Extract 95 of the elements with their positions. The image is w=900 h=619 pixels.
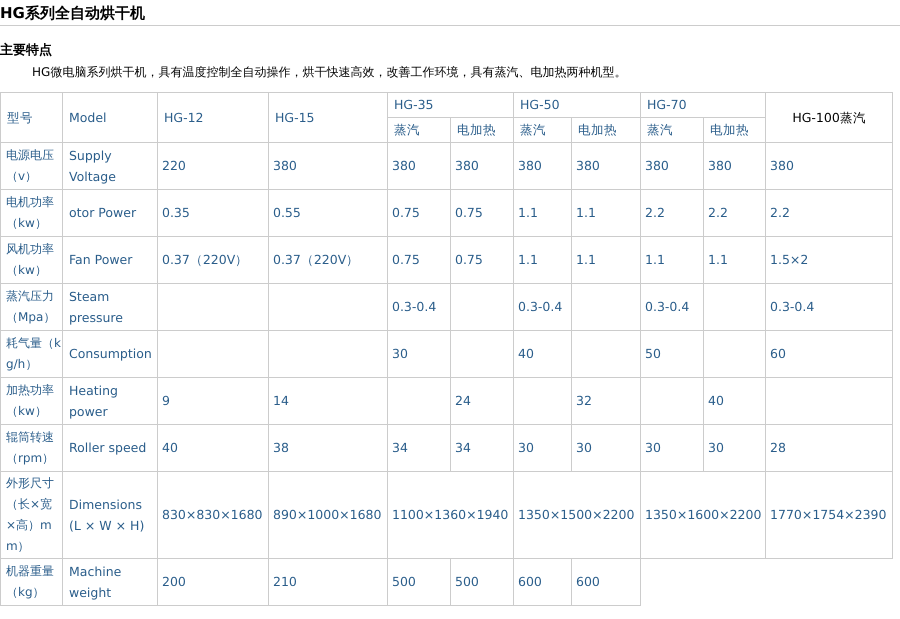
table-cell: 60: [766, 330, 893, 378]
table-cell: 380: [268, 142, 388, 190]
row-label: Heating power: [62, 377, 158, 424]
table-cell: 0.75: [388, 189, 450, 236]
row-label: 耗气量（kg/h）: [0, 330, 62, 378]
row-label: 辊筒转速（rpm）: [0, 424, 62, 472]
table-cell: 1100×1360×1940: [388, 471, 514, 558]
table-cell: 2.2: [704, 189, 766, 236]
table-cell: 0.3-0.4: [766, 283, 893, 330]
section-heading: 主要特点: [0, 43, 53, 59]
table-cell: 380: [640, 142, 704, 190]
table-cell: 34: [450, 424, 514, 472]
table-cell: 1770×1754×2390: [766, 471, 893, 558]
table-cell: 40: [158, 424, 268, 472]
table-cell: 220: [158, 142, 268, 190]
table-cell: 1.1: [704, 236, 766, 284]
table-cell: 2.2: [766, 189, 893, 236]
table-cell: 600: [514, 558, 572, 606]
row-label: Steam pressure: [62, 283, 158, 330]
intro-paragraph: HG微电脑系列烘干机，具有温度控制全自动操作，烘干快速高效，改善工作环境，具有蒸汽、电加热两种机型。: [32, 64, 628, 81]
row-label: otor Power: [62, 189, 158, 236]
column-subheader: 电加热: [572, 117, 641, 142]
table-cell: 30: [704, 424, 766, 472]
table-cell: 0.75: [450, 189, 514, 236]
row-label: Dimensions (L × W × H): [62, 471, 158, 558]
table-cell: 500: [450, 558, 514, 606]
table-cell: 40: [514, 330, 572, 378]
column-header: HG-35: [388, 92, 514, 118]
row-label: Fan Power: [62, 236, 158, 284]
table-cell: 1.1: [514, 236, 572, 284]
column-subheader: 蒸汽: [640, 117, 704, 142]
table-cell: 0.3-0.4: [640, 283, 704, 330]
table-cell: 210: [268, 558, 388, 606]
row-label: Supply Voltage: [62, 142, 158, 190]
row-label: 外形尺寸（长×宽×高）mm）: [0, 471, 62, 558]
table-cell: 890×1000×1680: [268, 471, 388, 558]
table-cell: 600: [572, 558, 641, 606]
table-cell: 1.1: [514, 189, 572, 236]
table-cell: 34: [388, 424, 450, 472]
table-cell: 30: [388, 330, 450, 378]
table-cell: 30: [514, 424, 572, 472]
table-cell: 500: [388, 558, 450, 606]
column-subheader: 蒸汽: [514, 117, 572, 142]
table-cell: 0.3-0.4: [514, 283, 572, 330]
table-cell: 380: [450, 142, 514, 190]
table-cell: 0.75: [450, 236, 514, 284]
table-cell: 1.1: [572, 189, 641, 236]
table-cell: 380: [388, 142, 450, 190]
table-cell: 380: [572, 142, 641, 190]
table-cell: 0.55: [268, 189, 388, 236]
column-header: HG-12: [158, 92, 268, 142]
table-cell: 1.1: [640, 236, 704, 284]
table-cell: 32: [572, 377, 641, 424]
table-cell: 0.3-0.4: [388, 283, 450, 330]
column-header: HG-50: [514, 92, 641, 118]
row-label: 电源电压（v）: [0, 142, 62, 190]
table-cell: 200: [158, 558, 268, 606]
page-title: HG系列全自动烘干机: [0, 0, 900, 26]
table-cell: 0.37（220V）: [268, 236, 388, 284]
row-label: 风机功率（kw）: [0, 236, 62, 284]
table-cell: 2.2: [640, 189, 704, 236]
column-header: Model: [62, 92, 158, 142]
table-cell: 380: [704, 142, 766, 190]
row-label: 蒸汽压力（Mpa）: [0, 283, 62, 330]
table-cell: 1.1: [572, 236, 641, 284]
table-cell: 50: [640, 330, 704, 378]
table-cell: 1350×1600×2200: [640, 471, 766, 558]
table-cell: 38: [268, 424, 388, 472]
table-cell: 9: [158, 377, 268, 424]
row-label: 机器重量（kg）: [0, 558, 62, 606]
table-cell: 0.75: [388, 236, 450, 284]
table-cell: 24: [450, 377, 514, 424]
column-header: 型号: [0, 92, 62, 142]
row-label: 加热功率（kw）: [0, 377, 62, 424]
column-header: HG-70: [640, 92, 766, 118]
column-subheader: 电加热: [450, 117, 514, 142]
row-label: Roller speed: [62, 424, 158, 472]
table-cell: 0.37（220V）: [158, 236, 268, 284]
table-cell: 830×830×1680: [158, 471, 268, 558]
table-cell: 0.35: [158, 189, 268, 236]
column-subheader: 蒸汽: [388, 117, 450, 142]
column-header: HG-15: [268, 92, 388, 142]
row-label: Consumption: [62, 330, 158, 378]
row-label: Machine weight: [62, 558, 158, 606]
column-header: HG-100蒸汽: [766, 92, 893, 142]
table-cell: 1.5×2: [766, 236, 893, 284]
row-label: 电机功率（kw）: [0, 189, 62, 236]
table-cell: 380: [514, 142, 572, 190]
table-cell: 28: [766, 424, 893, 472]
table-cell: 30: [572, 424, 641, 472]
table-cell: 30: [640, 424, 704, 472]
table-cell: 40: [704, 377, 766, 424]
table-cell: 14: [268, 377, 388, 424]
table-cell: 380: [766, 142, 893, 190]
table-cell: 1350×1500×2200: [514, 471, 641, 558]
